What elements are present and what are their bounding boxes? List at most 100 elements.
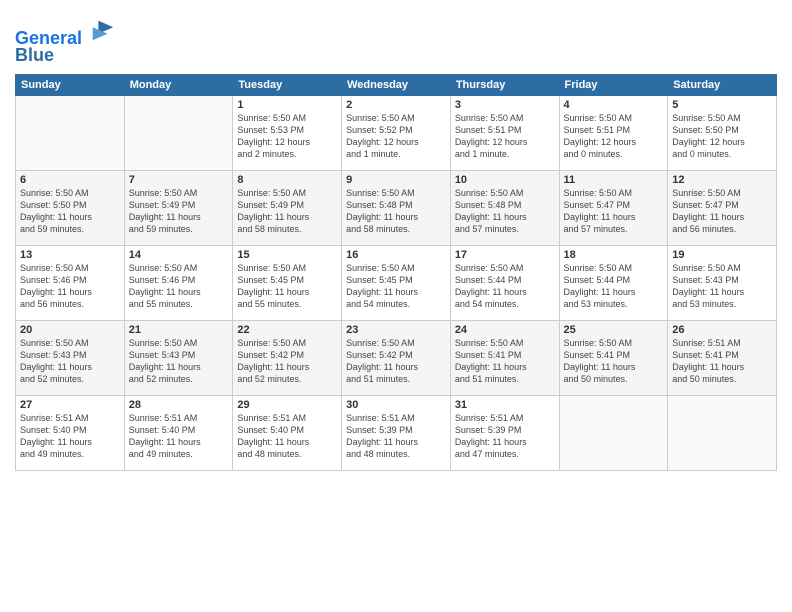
day-info: Sunrise: 5:50 AMSunset: 5:48 PMDaylight:… [455,187,555,236]
calendar-day-cell: 29Sunrise: 5:51 AMSunset: 5:40 PMDayligh… [233,395,342,470]
day-number: 8 [237,174,337,186]
calendar-day-cell: 27Sunrise: 5:51 AMSunset: 5:40 PMDayligh… [16,395,125,470]
day-number: 11 [564,174,664,186]
calendar-day-cell: 20Sunrise: 5:50 AMSunset: 5:43 PMDayligh… [16,320,125,395]
day-info: Sunrise: 5:50 AMSunset: 5:43 PMDaylight:… [20,337,120,386]
calendar-day-cell: 6Sunrise: 5:50 AMSunset: 5:50 PMDaylight… [16,170,125,245]
calendar-week-row: 13Sunrise: 5:50 AMSunset: 5:46 PMDayligh… [16,245,777,320]
calendar-week-row: 27Sunrise: 5:51 AMSunset: 5:40 PMDayligh… [16,395,777,470]
day-info: Sunrise: 5:50 AMSunset: 5:47 PMDaylight:… [672,187,772,236]
day-info: Sunrise: 5:50 AMSunset: 5:46 PMDaylight:… [20,262,120,311]
day-number: 28 [129,399,229,411]
day-number: 1 [237,99,337,111]
day-info: Sunrise: 5:50 AMSunset: 5:44 PMDaylight:… [455,262,555,311]
calendar-day-cell: 15Sunrise: 5:50 AMSunset: 5:45 PMDayligh… [233,245,342,320]
calendar-day-cell: 3Sunrise: 5:50 AMSunset: 5:51 PMDaylight… [450,95,559,170]
calendar-body: 1Sunrise: 5:50 AMSunset: 5:53 PMDaylight… [16,95,777,470]
day-number: 27 [20,399,120,411]
calendar-day-cell: 10Sunrise: 5:50 AMSunset: 5:48 PMDayligh… [450,170,559,245]
day-info: Sunrise: 5:50 AMSunset: 5:44 PMDaylight:… [564,262,664,311]
calendar-day-cell: 4Sunrise: 5:50 AMSunset: 5:51 PMDaylight… [559,95,668,170]
day-number: 3 [455,99,555,111]
logo: General Blue [15,16,117,66]
day-info: Sunrise: 5:51 AMSunset: 5:40 PMDaylight:… [20,412,120,461]
calendar-day-cell: 7Sunrise: 5:50 AMSunset: 5:49 PMDaylight… [124,170,233,245]
day-number: 15 [237,249,337,261]
day-number: 19 [672,249,772,261]
day-number: 20 [20,324,120,336]
calendar-day-cell: 22Sunrise: 5:50 AMSunset: 5:42 PMDayligh… [233,320,342,395]
calendar-day-cell: 17Sunrise: 5:50 AMSunset: 5:44 PMDayligh… [450,245,559,320]
day-info: Sunrise: 5:51 AMSunset: 5:39 PMDaylight:… [455,412,555,461]
day-info: Sunrise: 5:50 AMSunset: 5:41 PMDaylight:… [455,337,555,386]
calendar-day-cell: 23Sunrise: 5:50 AMSunset: 5:42 PMDayligh… [342,320,451,395]
col-sunday: Sunday [16,74,125,95]
day-number: 16 [346,249,446,261]
day-info: Sunrise: 5:50 AMSunset: 5:42 PMDaylight:… [237,337,337,386]
day-number: 14 [129,249,229,261]
calendar-day-cell: 2Sunrise: 5:50 AMSunset: 5:52 PMDaylight… [342,95,451,170]
day-info: Sunrise: 5:50 AMSunset: 5:43 PMDaylight:… [672,262,772,311]
day-info: Sunrise: 5:50 AMSunset: 5:52 PMDaylight:… [346,112,446,161]
day-number: 29 [237,399,337,411]
day-number: 26 [672,324,772,336]
day-info: Sunrise: 5:50 AMSunset: 5:43 PMDaylight:… [129,337,229,386]
calendar-day-cell: 24Sunrise: 5:50 AMSunset: 5:41 PMDayligh… [450,320,559,395]
calendar-header-row: Sunday Monday Tuesday Wednesday Thursday… [16,74,777,95]
calendar-day-cell: 28Sunrise: 5:51 AMSunset: 5:40 PMDayligh… [124,395,233,470]
calendar-week-row: 6Sunrise: 5:50 AMSunset: 5:50 PMDaylight… [16,170,777,245]
col-friday: Friday [559,74,668,95]
day-info: Sunrise: 5:50 AMSunset: 5:51 PMDaylight:… [564,112,664,161]
calendar-day-cell: 9Sunrise: 5:50 AMSunset: 5:48 PMDaylight… [342,170,451,245]
calendar-day-cell: 14Sunrise: 5:50 AMSunset: 5:46 PMDayligh… [124,245,233,320]
col-wednesday: Wednesday [342,74,451,95]
day-info: Sunrise: 5:50 AMSunset: 5:47 PMDaylight:… [564,187,664,236]
day-info: Sunrise: 5:50 AMSunset: 5:48 PMDaylight:… [346,187,446,236]
day-info: Sunrise: 5:50 AMSunset: 5:49 PMDaylight:… [237,187,337,236]
calendar-day-cell: 11Sunrise: 5:50 AMSunset: 5:47 PMDayligh… [559,170,668,245]
day-info: Sunrise: 5:51 AMSunset: 5:40 PMDaylight:… [237,412,337,461]
day-info: Sunrise: 5:50 AMSunset: 5:45 PMDaylight:… [346,262,446,311]
day-info: Sunrise: 5:50 AMSunset: 5:53 PMDaylight:… [237,112,337,161]
day-number: 12 [672,174,772,186]
day-info: Sunrise: 5:51 AMSunset: 5:39 PMDaylight:… [346,412,446,461]
calendar-day-cell: 13Sunrise: 5:50 AMSunset: 5:46 PMDayligh… [16,245,125,320]
calendar-day-cell: 8Sunrise: 5:50 AMSunset: 5:49 PMDaylight… [233,170,342,245]
day-info: Sunrise: 5:50 AMSunset: 5:51 PMDaylight:… [455,112,555,161]
calendar-day-cell [124,95,233,170]
day-number: 4 [564,99,664,111]
day-number: 5 [672,99,772,111]
calendar-day-cell: 5Sunrise: 5:50 AMSunset: 5:50 PMDaylight… [668,95,777,170]
calendar-day-cell [16,95,125,170]
col-thursday: Thursday [450,74,559,95]
day-number: 24 [455,324,555,336]
calendar-week-row: 20Sunrise: 5:50 AMSunset: 5:43 PMDayligh… [16,320,777,395]
day-number: 21 [129,324,229,336]
calendar-day-cell: 16Sunrise: 5:50 AMSunset: 5:45 PMDayligh… [342,245,451,320]
day-info: Sunrise: 5:50 AMSunset: 5:50 PMDaylight:… [672,112,772,161]
day-info: Sunrise: 5:50 AMSunset: 5:50 PMDaylight:… [20,187,120,236]
day-info: Sunrise: 5:50 AMSunset: 5:42 PMDaylight:… [346,337,446,386]
calendar-day-cell: 25Sunrise: 5:50 AMSunset: 5:41 PMDayligh… [559,320,668,395]
logo-text: General [15,16,117,49]
day-number: 30 [346,399,446,411]
calendar-day-cell: 19Sunrise: 5:50 AMSunset: 5:43 PMDayligh… [668,245,777,320]
day-number: 23 [346,324,446,336]
page-container: General Blue Sunday Monday Tuesday [0,0,792,612]
calendar-week-row: 1Sunrise: 5:50 AMSunset: 5:53 PMDaylight… [16,95,777,170]
day-number: 2 [346,99,446,111]
logo-icon [89,16,117,44]
day-info: Sunrise: 5:51 AMSunset: 5:41 PMDaylight:… [672,337,772,386]
col-tuesday: Tuesday [233,74,342,95]
calendar-table: Sunday Monday Tuesday Wednesday Thursday… [15,74,777,471]
calendar-day-cell: 26Sunrise: 5:51 AMSunset: 5:41 PMDayligh… [668,320,777,395]
day-info: Sunrise: 5:51 AMSunset: 5:40 PMDaylight:… [129,412,229,461]
day-number: 22 [237,324,337,336]
day-number: 9 [346,174,446,186]
day-number: 7 [129,174,229,186]
day-number: 17 [455,249,555,261]
col-saturday: Saturday [668,74,777,95]
day-number: 13 [20,249,120,261]
header: General Blue [15,10,777,66]
calendar-day-cell: 1Sunrise: 5:50 AMSunset: 5:53 PMDaylight… [233,95,342,170]
